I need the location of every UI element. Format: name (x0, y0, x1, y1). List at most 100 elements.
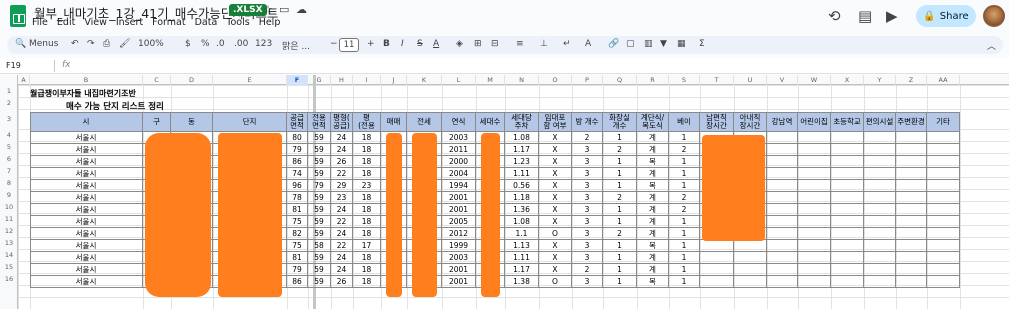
table-cell[interactable]: 계 (637, 264, 669, 276)
table-cell[interactable] (767, 276, 798, 288)
table-cell[interactable]: X (539, 240, 572, 252)
table-cell[interactable]: 3 (572, 168, 603, 180)
table-cell[interactable] (831, 228, 864, 240)
bold-button[interactable]: B (383, 39, 390, 49)
table-cell[interactable] (896, 216, 927, 228)
table-header-cell[interactable]: 어린이집 (798, 112, 831, 132)
table-cell[interactable]: 24 (331, 132, 353, 144)
table-cell[interactable]: 2 (603, 192, 637, 204)
table-cell[interactable] (798, 144, 831, 156)
table-cell[interactable]: 24 (331, 144, 353, 156)
table-cell[interactable]: 계 (637, 204, 669, 216)
table-cell[interactable] (700, 240, 734, 252)
search-icon[interactable]: 🔍 (15, 39, 26, 49)
table-cell[interactable]: 96 (287, 180, 308, 192)
table-cell[interactable] (927, 168, 960, 180)
column-header-o[interactable]: O (539, 75, 572, 85)
table-cell[interactable]: 3 (572, 252, 603, 264)
table-cell[interactable]: 3 (572, 228, 603, 240)
table-cell[interactable] (864, 276, 896, 288)
text-color-button[interactable]: A (433, 39, 439, 49)
table-header-cell[interactable]: 시 (30, 112, 143, 132)
zoom-select[interactable]: 100% (138, 39, 164, 49)
table-cell[interactable]: 58 (308, 240, 331, 252)
column-header-g[interactable]: G (308, 75, 331, 85)
table-cell[interactable] (864, 228, 896, 240)
table-cell[interactable]: 1 (669, 240, 700, 252)
table-header-cell[interactable]: 강남역 (767, 112, 798, 132)
table-cell[interactable]: 0.56 (505, 180, 539, 192)
table-cell[interactable]: 2000 (442, 156, 476, 168)
column-header-p[interactable]: P (572, 75, 603, 85)
table-cell[interactable]: 서울시 (30, 276, 143, 288)
table-cell[interactable]: 2 (669, 144, 700, 156)
table-cell[interactable]: 1.38 (505, 276, 539, 288)
table-cell[interactable] (927, 240, 960, 252)
table-cell[interactable]: 1 (603, 204, 637, 216)
table-cell[interactable]: 1 (669, 228, 700, 240)
table-cell[interactable] (896, 132, 927, 144)
table-cell[interactable]: X (539, 252, 572, 264)
table-cell[interactable] (927, 180, 960, 192)
column-header-aa[interactable]: AA (927, 75, 960, 85)
row-header-2[interactable]: 2 (0, 97, 18, 109)
table-cell[interactable]: 서울시 (30, 156, 143, 168)
column-header-b[interactable]: B (30, 75, 143, 85)
table-cell[interactable]: 1 (669, 180, 700, 192)
table-cell[interactable] (831, 204, 864, 216)
table-cell[interactable] (831, 180, 864, 192)
table-cell[interactable] (798, 192, 831, 204)
avatar[interactable] (983, 5, 1005, 27)
table-cell[interactable]: 계 (637, 216, 669, 228)
table-cell[interactable] (927, 132, 960, 144)
table-cell[interactable]: 75 (287, 240, 308, 252)
table-cell[interactable]: 78 (287, 192, 308, 204)
table-cell[interactable]: 18 (353, 168, 381, 180)
table-cell[interactable] (831, 192, 864, 204)
table-cell[interactable] (927, 216, 960, 228)
table-cell[interactable] (864, 144, 896, 156)
table-cell[interactable]: 서울시 (30, 228, 143, 240)
table-cell[interactable] (798, 156, 831, 168)
table-cell[interactable]: 1 (603, 264, 637, 276)
table-cell[interactable]: 2001 (442, 192, 476, 204)
table-cell[interactable]: 1.13 (505, 240, 539, 252)
table-cell[interactable]: 79 (308, 180, 331, 192)
table-cell[interactable]: 1 (669, 132, 700, 144)
table-cell[interactable]: 18 (353, 204, 381, 216)
meet-icon[interactable]: ▶ (886, 7, 898, 25)
table-cell[interactable]: 22 (331, 168, 353, 180)
table-cell[interactable]: 17 (353, 240, 381, 252)
table-cell[interactable]: 59 (308, 216, 331, 228)
table-header-cell[interactable]: 평 (전용 (353, 112, 381, 132)
table-cell[interactable]: 서울시 (30, 204, 143, 216)
fill-color-icon[interactable]: ◈ (456, 39, 463, 49)
column-header-f[interactable]: F (287, 75, 308, 85)
column-header-j[interactable]: J (381, 75, 407, 85)
table-cell[interactable] (831, 132, 864, 144)
row-header-3[interactable]: 3 (0, 109, 18, 129)
table-cell[interactable]: 2 (669, 204, 700, 216)
table-cell[interactable] (896, 144, 927, 156)
table-cell[interactable] (798, 168, 831, 180)
table-cell[interactable]: 3 (572, 216, 603, 228)
table-cell[interactable] (798, 252, 831, 264)
table-cell[interactable]: 3 (572, 144, 603, 156)
horizontal-align-icon[interactable]: ≡ (516, 39, 524, 49)
table-cell[interactable]: 18 (353, 192, 381, 204)
functions-icon[interactable]: Σ (699, 39, 705, 49)
table-cell[interactable]: 복 (637, 240, 669, 252)
row-header-7[interactable]: 7 (0, 165, 18, 177)
table-cell[interactable] (798, 180, 831, 192)
table-cell[interactable]: 1.17 (505, 144, 539, 156)
row-header-13[interactable]: 13 (0, 237, 18, 249)
table-cell[interactable]: 1 (603, 252, 637, 264)
table-cell[interactable]: 2001 (442, 276, 476, 288)
insert-link-icon[interactable]: 🔗 (608, 39, 619, 49)
table-cell[interactable]: 3 (572, 240, 603, 252)
column-header-e[interactable]: E (213, 75, 287, 85)
table-cell[interactable]: 59 (308, 192, 331, 204)
table-header-cell[interactable]: 임대포 함 여부 (539, 112, 572, 132)
column-header-q[interactable]: Q (603, 75, 637, 85)
table-cell[interactable] (864, 264, 896, 276)
